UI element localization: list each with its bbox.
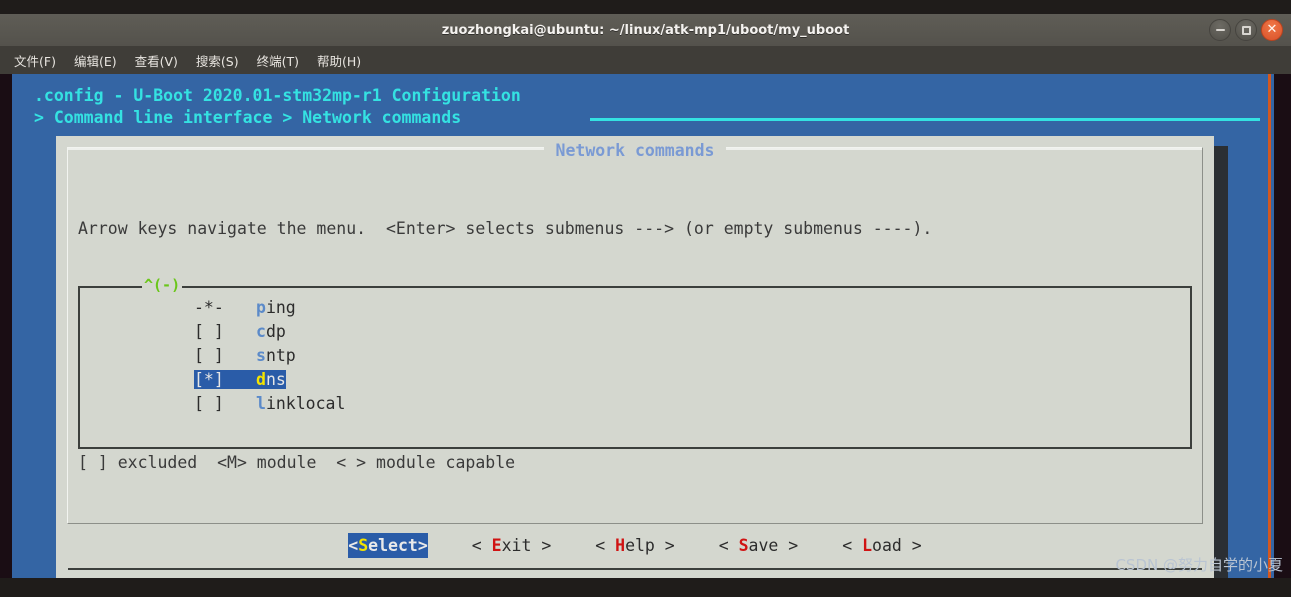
minimize-button[interactable] bbox=[1209, 19, 1231, 41]
option-row[interactable]: -*- ping bbox=[80, 296, 1190, 320]
button-label: elp > bbox=[625, 536, 675, 555]
button-bracket-left: < bbox=[471, 536, 492, 555]
menu-edit[interactable]: 编辑(E) bbox=[74, 51, 117, 70]
select-button[interactable]: <Select> bbox=[348, 533, 428, 558]
button-hotkey: H bbox=[615, 536, 626, 555]
terminal-right-accent bbox=[1268, 74, 1271, 578]
option-segment: [ ] linklocal bbox=[194, 394, 345, 413]
option-label: ntp bbox=[265, 346, 296, 365]
menu-file[interactable]: 文件(F) bbox=[14, 51, 56, 70]
window-titlebar[interactable]: zuozhongkai@ubuntu: ~/linux/atk-mp1/uboo… bbox=[0, 14, 1291, 46]
options-list: -*- ping[ ] cdp[ ] sntp [*] dns[ ] linklocal bbox=[80, 296, 1190, 416]
button-label: ave > bbox=[748, 536, 799, 555]
option-hotkey: s bbox=[256, 346, 266, 365]
menu-help[interactable]: 帮助(H) bbox=[317, 51, 361, 70]
button-bracket-left: < bbox=[718, 536, 739, 555]
option-label: inklocal bbox=[265, 394, 346, 413]
exit-button[interactable]: < Exit > bbox=[472, 533, 551, 558]
scroll-up-indicator: ^(-) bbox=[142, 276, 183, 294]
breadcrumb-rule bbox=[590, 118, 1260, 121]
option-hotkey: p bbox=[256, 298, 266, 317]
dialog-title: Network commands bbox=[56, 139, 1214, 162]
menuconfig-canvas: .config - U-Boot 2020.01-stm32mp-r1 Conf… bbox=[12, 74, 1274, 578]
save-button[interactable]: < Save > bbox=[719, 533, 798, 558]
window-controls: ✕ bbox=[1209, 19, 1283, 41]
help-button[interactable]: < Help > bbox=[595, 533, 674, 558]
option-row[interactable]: [ ] sntp bbox=[80, 344, 1190, 368]
close-icon: ✕ bbox=[1266, 22, 1278, 37]
option-segment: [ ] cdp bbox=[194, 322, 286, 341]
option-checkbox[interactable]: -*- bbox=[194, 296, 256, 320]
option-label: ns bbox=[265, 370, 286, 389]
button-bracket-left: < bbox=[348, 536, 359, 555]
button-hotkey: S bbox=[738, 536, 749, 555]
option-checkbox[interactable]: [ ] bbox=[194, 320, 256, 344]
config-title: .config - U-Boot 2020.01-stm32mp-r1 Conf… bbox=[34, 86, 521, 105]
menuconfig-dialog: Network commands Arrow keys navigate the… bbox=[56, 136, 1214, 578]
option-hotkey: d bbox=[256, 370, 266, 389]
menu-view[interactable]: 查看(V) bbox=[135, 51, 178, 70]
close-button[interactable]: ✕ bbox=[1261, 19, 1283, 41]
button-bracket-left: < bbox=[595, 536, 616, 555]
option-label: ing bbox=[265, 298, 296, 317]
help-line-1: Arrow keys navigate the menu. <Enter> se… bbox=[78, 219, 933, 238]
option-row[interactable]: [*] dns bbox=[80, 368, 1190, 392]
button-hotkey: S bbox=[358, 536, 369, 555]
menu-search[interactable]: 搜索(S) bbox=[196, 51, 239, 70]
option-checkbox[interactable]: [ ] bbox=[194, 344, 256, 368]
window-title: zuozhongkai@ubuntu: ~/linux/atk-mp1/uboo… bbox=[441, 22, 850, 38]
option-hotkey: c bbox=[256, 322, 266, 341]
minimize-icon bbox=[1215, 29, 1225, 31]
button-bracket-left: < bbox=[842, 536, 863, 555]
button-label: xit > bbox=[501, 536, 552, 555]
button-hotkey: L bbox=[862, 536, 873, 555]
option-row[interactable]: [ ] cdp bbox=[80, 320, 1190, 344]
watermark: CSDN @努力自学的小夏 bbox=[1115, 556, 1283, 574]
dialog-button-row: <Select> < Exit > < Help > < Save > < Load > bbox=[56, 533, 1214, 558]
button-label: oad > bbox=[872, 536, 922, 555]
button-label: elect> bbox=[368, 536, 428, 555]
maximize-button[interactable] bbox=[1235, 19, 1257, 41]
options-listbox[interactable]: ^(-) -*- ping[ ] cdp[ ] sntp [*] dns[ ] linklo… bbox=[78, 276, 1192, 449]
terminal-window: zuozhongkai@ubuntu: ~/linux/atk-mp1/uboo… bbox=[0, 0, 1291, 597]
option-label: dp bbox=[265, 322, 286, 341]
option-checkbox[interactable]: [ ] bbox=[194, 392, 256, 416]
button-hotkey: E bbox=[491, 536, 502, 555]
config-breadcrumb: > Command line interface > Network comma… bbox=[34, 108, 462, 127]
option-checkbox[interactable]: [*] bbox=[194, 368, 256, 392]
menubar: 文件(F) 编辑(E) 查看(V) 搜索(S) 终端(T) 帮助(H) bbox=[0, 46, 1291, 74]
option-segment: -*- ping bbox=[194, 298, 296, 317]
help-line-4: [ ] excluded <M> module < > module capab… bbox=[78, 453, 516, 472]
option-hotkey: l bbox=[256, 394, 266, 413]
menu-terminal[interactable]: 终端(T) bbox=[257, 51, 299, 70]
terminal-area[interactable]: .config - U-Boot 2020.01-stm32mp-r1 Conf… bbox=[0, 74, 1291, 578]
dialog-bottom-rule bbox=[68, 568, 1202, 570]
option-segment: [*] dns bbox=[194, 370, 286, 389]
option-row[interactable]: [ ] linklocal bbox=[80, 392, 1190, 416]
maximize-icon bbox=[1241, 25, 1251, 35]
listbox-notch-rule bbox=[80, 286, 142, 288]
option-segment: [ ] sntp bbox=[194, 346, 296, 365]
load-button[interactable]: < Load > bbox=[842, 533, 921, 558]
screen: zuozhongkai@ubuntu: ~/linux/atk-mp1/uboo… bbox=[0, 0, 1291, 597]
